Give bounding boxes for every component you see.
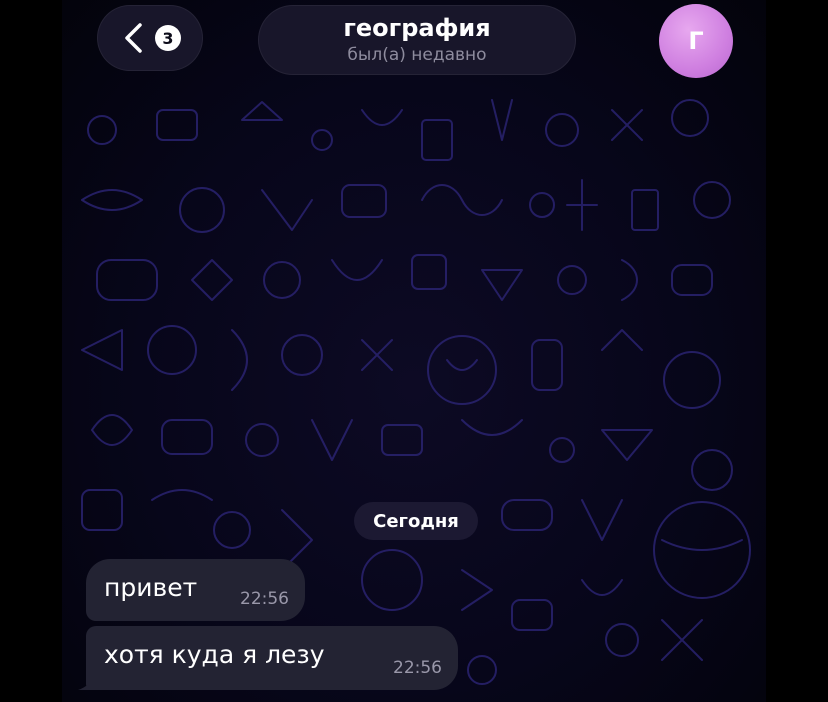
- message-time: 22:56: [393, 658, 442, 678]
- unread-count-badge: 3: [155, 25, 181, 51]
- avatar-letter: Г: [688, 27, 704, 55]
- chat-title: география: [343, 14, 491, 42]
- back-button[interactable]: 3: [97, 5, 203, 71]
- message-bubble[interactable]: хотя куда я лезу 22:56: [86, 626, 458, 690]
- message-text: привет: [104, 573, 198, 602]
- date-separator: Сегодня: [354, 502, 478, 540]
- chevron-left-icon: [125, 23, 142, 53]
- chat-header[interactable]: география был(а) недавно: [258, 5, 576, 75]
- chat-status: был(а) недавно: [347, 45, 487, 65]
- bubble-tail: [78, 674, 96, 690]
- avatar[interactable]: Г: [659, 4, 733, 78]
- chat-screen: 3 география был(а) недавно Г Сегодня при…: [0, 0, 828, 702]
- message-text: хотя куда я лезу: [104, 640, 325, 669]
- message-time: 22:56: [240, 589, 289, 609]
- message-bubble[interactable]: привет 22:56: [86, 559, 305, 621]
